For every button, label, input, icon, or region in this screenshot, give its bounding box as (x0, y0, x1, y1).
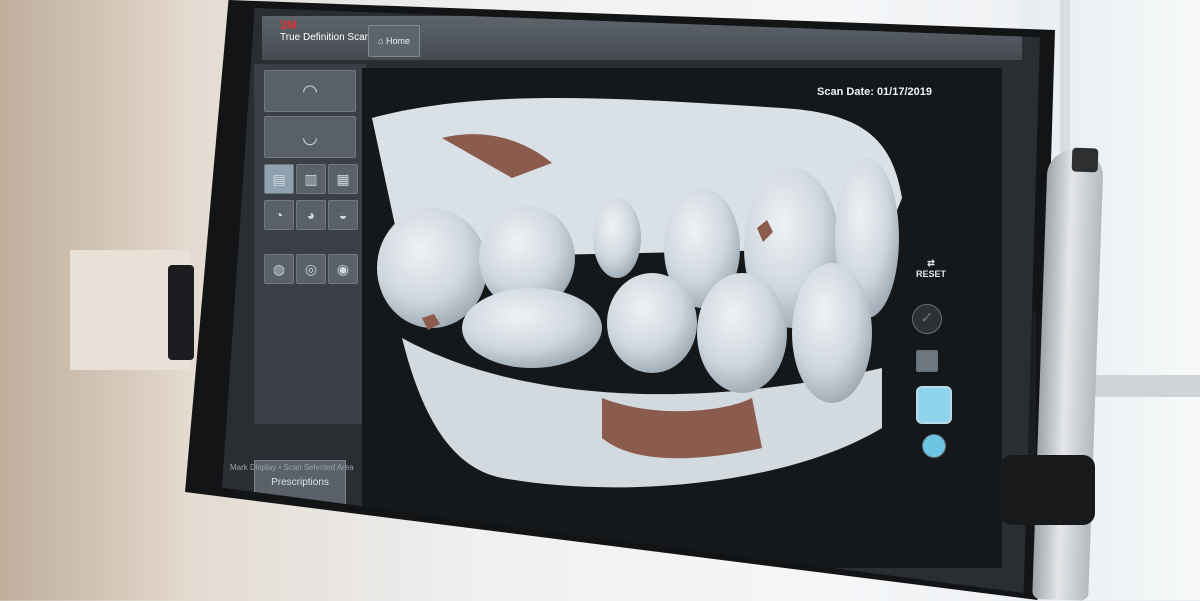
home-icon: ⌂ (378, 36, 384, 46)
tooth-icon: ◉ (336, 261, 350, 277)
reset-button[interactable]: ⇄ RESET (916, 258, 946, 279)
home-button[interactable]: ⌂ Home (368, 25, 420, 57)
tooth-icon: ◍ (272, 261, 286, 277)
arch-icon: ◡ (302, 127, 318, 147)
tooth-icon: ◎ (304, 261, 318, 277)
check-icon: ✓ (920, 310, 934, 327)
view-button-2[interactable]: ▥ (296, 164, 326, 194)
arch-icon: ◠ (302, 81, 318, 101)
tooth-icon: ◒ (338, 207, 348, 223)
wand-holder (1000, 455, 1095, 525)
lower-tooth (697, 273, 787, 393)
bite-view-button[interactable]: ▤ (264, 164, 294, 194)
tool-button-7[interactable]: ◍ (264, 254, 294, 284)
scan-date: Scan Date: 01/17/2019 (817, 86, 932, 98)
grid-button[interactable] (916, 350, 938, 372)
home-label: Home (385, 36, 410, 46)
tool-button-9[interactable]: ◉ (328, 254, 358, 284)
view-button-3[interactable]: ▦ (328, 164, 358, 194)
tooth-select-button[interactable] (922, 434, 946, 458)
tooth-icon: ▥ (304, 171, 318, 187)
reset-label: RESET (915, 269, 946, 279)
tooth-icon: ▦ (336, 171, 350, 187)
tooth-icon: ◕ (306, 207, 316, 223)
app-logo-brand: 3M (280, 18, 297, 32)
3d-scan-view[interactable]: Scan Date: 01/17/2019 ⇄ RESET ✓ (362, 68, 1002, 568)
upper-arch-button[interactable]: ◠ (264, 70, 356, 112)
wall-left (0, 0, 190, 600)
lower-tooth (462, 288, 602, 368)
tool-button-4[interactable]: ◔ (264, 200, 294, 230)
check-button[interactable]: ✓ (912, 304, 942, 334)
scanner-wand-tip (1071, 147, 1099, 173)
tool-button-5[interactable]: ◕ (296, 200, 326, 230)
tool-button-6[interactable]: ◒ (328, 200, 358, 230)
lower-tooth (792, 263, 872, 403)
tooth-icon: ◔ (274, 207, 284, 223)
lower-arch-button[interactable]: ◡ (264, 116, 356, 158)
monitor-mount-left (168, 265, 194, 360)
dental-scan-model (372, 98, 902, 488)
reset-arrows-icon: ⇄ (927, 258, 935, 268)
upper-tooth (593, 198, 641, 278)
face-button[interactable] (916, 386, 952, 424)
tooth-icon: ▤ (272, 171, 286, 187)
tool-button-8[interactable]: ◎ (296, 254, 326, 284)
lower-tooth (607, 273, 697, 373)
tool-panel: ◠ ◡ ▤ ▥ ▦ ◔ ◕ ◒ ◍ ◎ ◉ Prescriptions (254, 64, 366, 506)
